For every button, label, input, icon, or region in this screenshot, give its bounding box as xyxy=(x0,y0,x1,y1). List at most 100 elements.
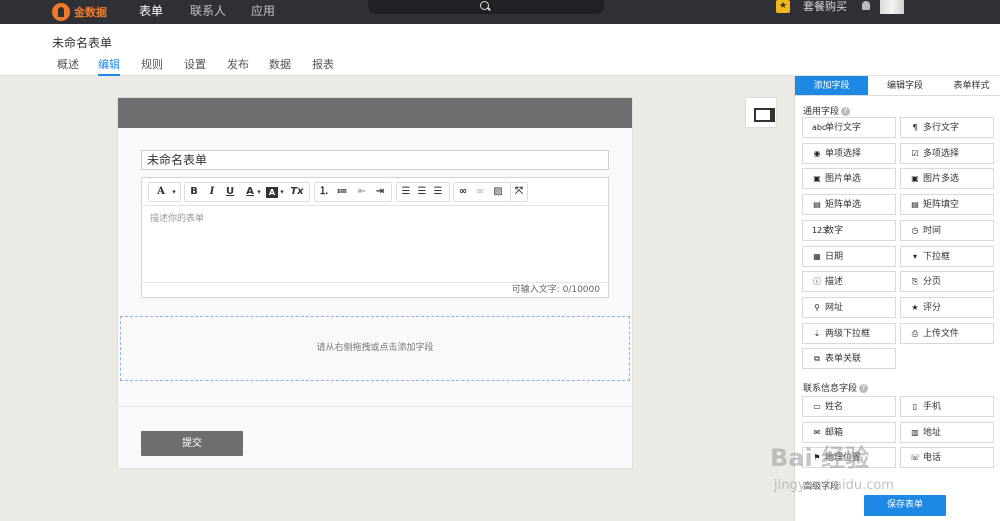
field-button[interactable]: ▦ 日期 xyxy=(802,245,896,267)
field-type-icon: ▤ xyxy=(911,200,919,210)
search-input[interactable] xyxy=(368,0,604,14)
field-type-icon: ⓘ xyxy=(813,277,821,287)
italic-button[interactable]: I xyxy=(206,183,218,201)
field-type-icon: ◷ xyxy=(911,225,919,235)
field-button[interactable]: ⚲ 网址 xyxy=(802,296,896,318)
field-button[interactable]: ⎙ 上传文件 xyxy=(900,322,994,344)
field-button-label: 姓名 xyxy=(825,402,844,412)
field-button[interactable]: ▭ 姓名 xyxy=(802,396,896,417)
description-placeholder[interactable]: 描述你的表单 xyxy=(150,211,204,224)
tab-publish[interactable]: 发布 xyxy=(227,56,249,76)
bold-button[interactable]: B xyxy=(188,183,200,201)
field-button[interactable]: ¶ 多行文字 xyxy=(900,117,994,138)
field-button[interactable]: ☑ 多项选择 xyxy=(900,142,994,164)
image-icon[interactable]: ▨ xyxy=(491,183,505,201)
align-left-icon[interactable]: ☰ xyxy=(400,183,412,201)
field-button-label: 单行文字 xyxy=(825,123,862,133)
tab-edit-field[interactable]: 编辑字段 xyxy=(868,76,942,95)
field-type-icon: ▦ xyxy=(813,251,821,261)
nav-item-apps[interactable]: 应用 xyxy=(251,0,275,24)
field-button[interactable]: ⇣ 两级下拉框 xyxy=(802,322,896,344)
tab-edit[interactable]: 编辑 xyxy=(98,56,120,76)
tab-settings[interactable]: 设置 xyxy=(184,56,206,76)
field-type-icon: ⎙ xyxy=(911,328,919,338)
submit-button[interactable]: 提交 xyxy=(141,431,243,456)
field-button[interactable]: ⚑ 地理位置 xyxy=(802,447,896,469)
tab-rules[interactable]: 规则 xyxy=(141,56,163,76)
chevron-down-icon: ▾ xyxy=(257,188,261,196)
underline-button[interactable]: U xyxy=(224,183,236,201)
background-color-button[interactable]: A xyxy=(266,187,278,198)
tab-overview[interactable]: 概述 xyxy=(57,56,79,76)
field-type-icon: ⧉ xyxy=(814,354,820,364)
font-color-button[interactable]: A xyxy=(244,183,256,201)
gift-icon[interactable]: ★ xyxy=(776,0,790,13)
field-button-label: 数字 xyxy=(825,225,844,236)
field-button[interactable]: ⓘ 描述 xyxy=(802,271,896,293)
field-button[interactable]: ⎘ 分页 xyxy=(900,271,994,293)
indent-icon[interactable]: ⇥ xyxy=(374,183,386,201)
ordered-list-icon[interactable]: ⒈ xyxy=(318,183,330,201)
field-type-icon: ⚑ xyxy=(813,453,821,463)
help-icon[interactable]: ? xyxy=(859,384,869,393)
field-type-icon: ⚲ xyxy=(814,302,820,312)
field-button[interactable]: ▾ 下拉框 xyxy=(900,245,994,267)
field-button[interactable]: ▣ 图片单选 xyxy=(802,168,896,190)
search-icon[interactable] xyxy=(480,1,489,10)
watermark-url: jingyan.baidu.com xyxy=(774,478,894,493)
unlink-icon[interactable]: ∞ xyxy=(473,183,487,201)
tab-data[interactable]: 数据 xyxy=(269,56,291,76)
field-button[interactable]: abc单行文字 xyxy=(802,117,896,138)
page-title: 未命名表单 xyxy=(52,36,113,50)
field-type-icon: ✉ xyxy=(813,427,821,437)
link-icon[interactable]: ∞ xyxy=(456,183,470,201)
help-icon[interactable]: ? xyxy=(841,107,851,116)
field-button-label: 评分 xyxy=(923,302,942,313)
field-type-icon: ▤ xyxy=(813,200,821,210)
unordered-list-icon[interactable]: ≔ xyxy=(336,183,348,201)
field-button[interactable]: ▤ 矩阵填空 xyxy=(900,194,994,216)
avatar[interactable] xyxy=(880,0,904,14)
fullscreen-icon[interactable]: ⤧ xyxy=(512,183,526,201)
field-button[interactable]: 123数字 xyxy=(802,219,896,241)
field-button-label: 描述 xyxy=(825,277,844,288)
field-button-label: 手机 xyxy=(923,402,942,412)
field-type-icon: ▣ xyxy=(911,174,919,184)
field-type-icon: ▯ xyxy=(912,402,918,411)
align-right-icon[interactable]: ☰ xyxy=(432,183,444,201)
description-editor[interactable]: A ▾ B I U A ▾ A ▾ Tx ⒈ ≔ ⇤ ⇥ ☰ ☰ ☰ ∞ ∞ ▨… xyxy=(141,177,609,298)
clear-format-button[interactable]: Tx xyxy=(290,183,304,201)
field-button[interactable]: ◷ 时间 xyxy=(900,219,994,241)
field-button[interactable]: ◉ 单项选择 xyxy=(802,142,896,164)
outdent-icon[interactable]: ⇤ xyxy=(356,183,368,201)
tab-reports[interactable]: 报表 xyxy=(312,56,334,76)
save-form-button[interactable]: 保存表单 xyxy=(864,495,946,516)
tab-form-style[interactable]: 表单样式 xyxy=(942,76,1000,95)
form-header-banner[interactable] xyxy=(118,98,632,128)
general-fields-title: 通用字段? xyxy=(803,104,851,117)
field-button[interactable]: ⧉ 表单关联 xyxy=(802,348,896,370)
field-button[interactable]: ▣ 图片多选 xyxy=(900,168,994,190)
field-dropzone[interactable]: 请从右侧拖拽或点击添加字段 xyxy=(120,316,630,381)
editor-toolbar: A ▾ B I U A ▾ A ▾ Tx ⒈ ≔ ⇤ ⇥ ☰ ☰ ☰ ∞ ∞ ▨… xyxy=(142,178,608,206)
field-type-icon: ◉ xyxy=(813,148,821,158)
field-button[interactable]: ☏ 电话 xyxy=(900,447,994,469)
nav-item-contacts[interactable]: 联系人 xyxy=(190,0,226,24)
package-purchase-link[interactable]: 套餐购买 xyxy=(803,0,847,14)
bell-icon[interactable] xyxy=(862,1,870,10)
align-center-icon[interactable]: ☰ xyxy=(416,183,428,201)
character-counter: 可输入文字: 0/10000 xyxy=(142,282,608,297)
tab-add-field[interactable]: 添加字段 xyxy=(795,76,868,95)
field-button[interactable]: ★ 评分 xyxy=(900,296,994,318)
logo[interactable]: 金数据 xyxy=(52,3,107,21)
form-title-input[interactable]: 未命名表单 xyxy=(141,150,609,170)
preview-toggle-button[interactable] xyxy=(745,97,777,128)
field-type-icon: ⇣ xyxy=(813,328,821,338)
font-icon: A xyxy=(157,186,165,197)
field-button[interactable]: ▥ 地址 xyxy=(900,421,994,443)
field-button[interactable]: ▤ 矩阵单选 xyxy=(802,194,896,216)
nav-item-forms[interactable]: 表单 xyxy=(139,0,163,24)
field-button[interactable]: ✉ 邮箱 xyxy=(802,421,896,443)
field-type-icon: ▾ xyxy=(912,251,917,261)
field-button[interactable]: ▯ 手机 xyxy=(900,396,994,417)
